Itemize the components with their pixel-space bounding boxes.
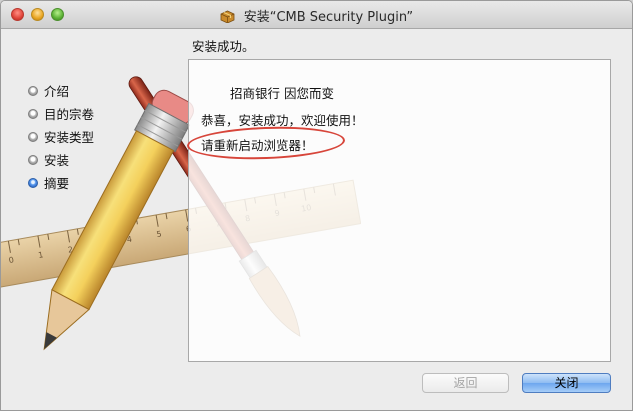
step-bullet-icon	[28, 154, 38, 165]
bank-slogan: 招商银行 因您而变	[230, 86, 334, 101]
step-destination: 目的宗卷	[28, 102, 178, 125]
step-label: 介绍	[44, 84, 70, 99]
installer-window: 安装“CMB Security Plugin” 安装成功。 0 1 2 4 5 …	[0, 0, 633, 411]
step-bullet-icon	[28, 108, 38, 119]
step-label: 摘要	[44, 176, 70, 191]
step-label: 安装	[44, 153, 70, 168]
step-label: 安装类型	[44, 130, 95, 145]
red-circle-annotation	[186, 124, 346, 162]
package-icon	[220, 10, 235, 23]
step-installation: 安装	[28, 148, 178, 171]
step-installation-type: 安装类型	[28, 125, 178, 148]
step-bullet-icon	[28, 131, 38, 142]
step-summary: 摘要	[28, 171, 178, 194]
step-bullet-icon	[28, 85, 38, 96]
step-bullet-active-icon	[28, 177, 38, 188]
title-bar[interactable]: 安装“CMB Security Plugin”	[1, 1, 632, 29]
window-title: 安装“CMB Security Plugin”	[243, 10, 414, 25]
close-button[interactable]: 关闭	[522, 373, 611, 393]
installer-steps: 介绍 目的宗卷 安装类型 安装 摘要	[28, 79, 178, 194]
step-introduction: 介绍	[28, 79, 178, 102]
step-label: 目的宗卷	[44, 107, 95, 122]
summary-content-panel: 招商银行 因您而变 恭喜，安装成功，欢迎使用！ 请重新启动浏览器！	[186, 59, 611, 362]
back-button[interactable]: 返回	[422, 373, 509, 393]
